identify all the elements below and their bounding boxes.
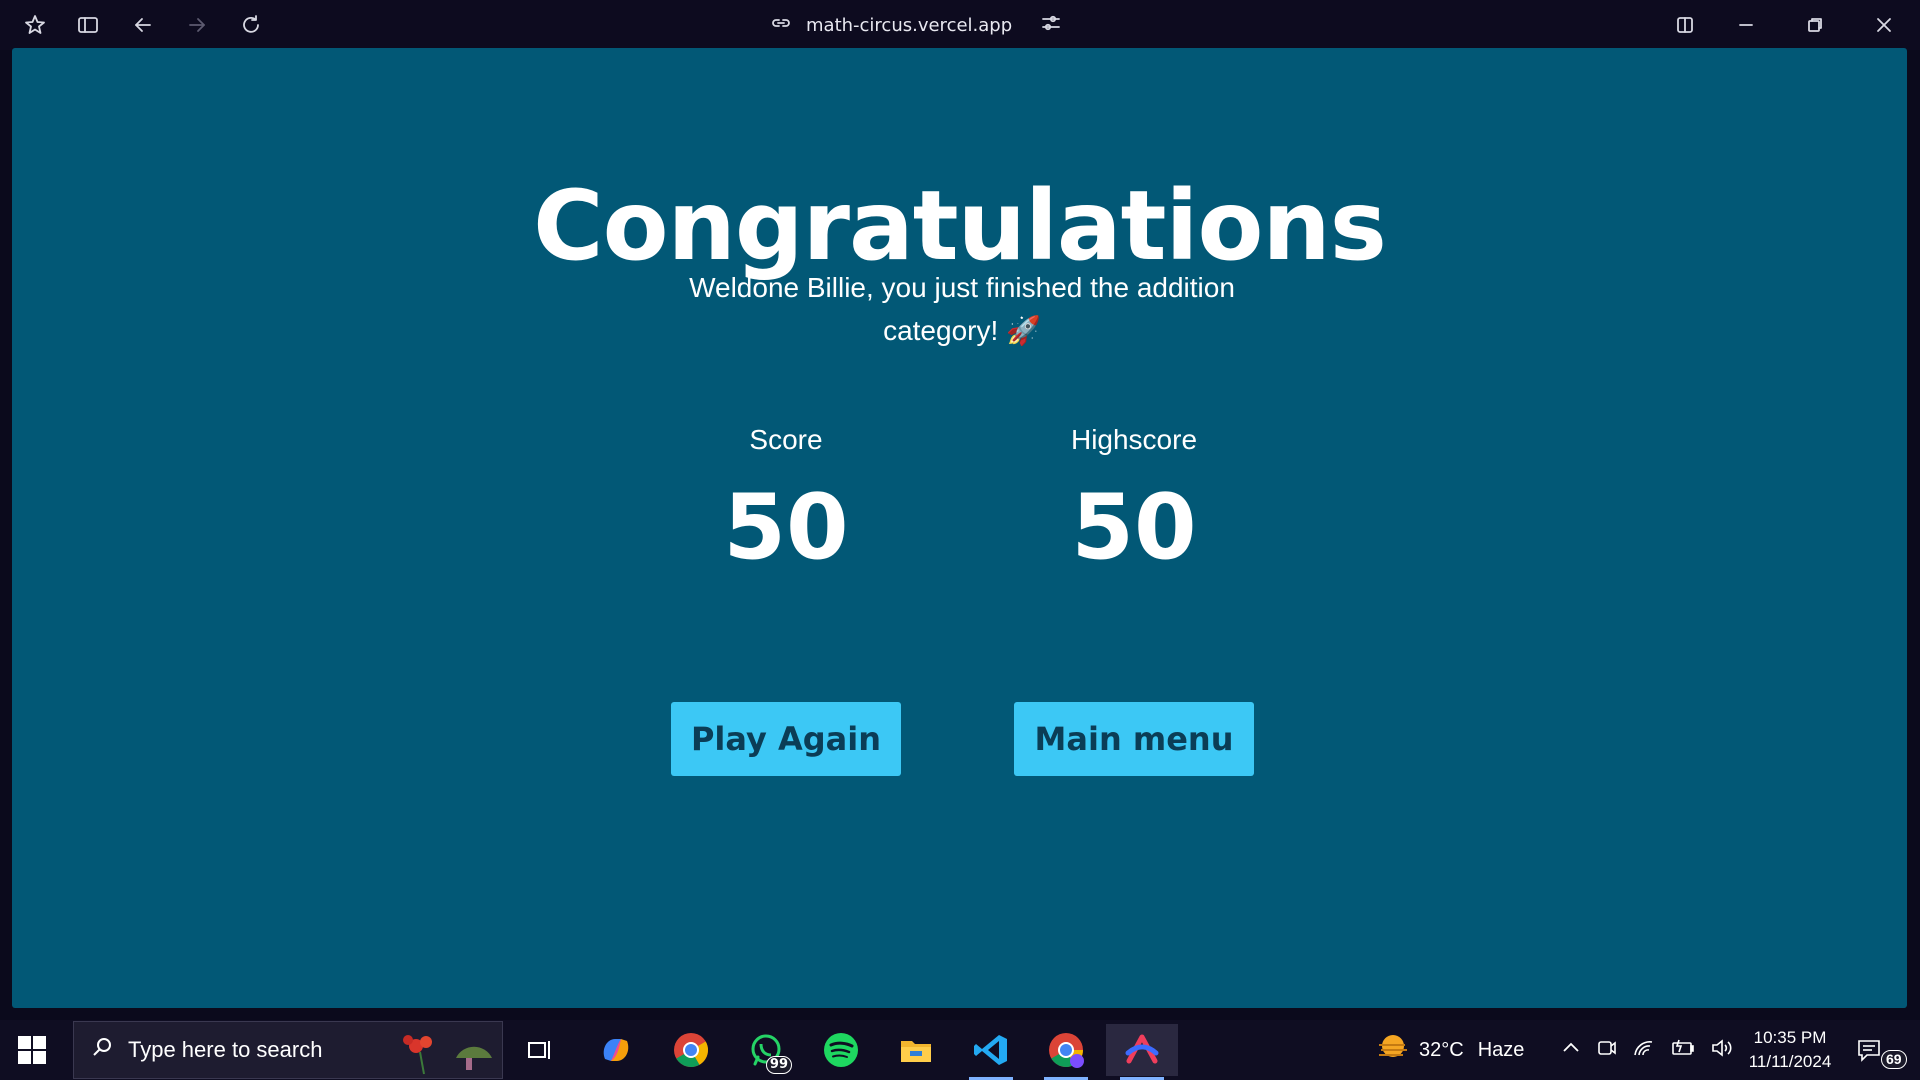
completion-message: Weldone Billie, you just finished the ad… (689, 272, 1235, 346)
score-panel: Score 50 (666, 423, 906, 583)
game-result-page: Congratulations Weldone Billie, you just… (12, 48, 1907, 1008)
split-view-icon[interactable] (1672, 12, 1698, 38)
address-bar[interactable]: math-circus.vercel.app (770, 10, 1062, 40)
search-placeholder: Type here to search (128, 1037, 323, 1062)
spotify-icon[interactable] (805, 1024, 877, 1076)
restore-icon[interactable] (1802, 12, 1828, 38)
file-explorer-icon[interactable] (880, 1024, 952, 1076)
volume-icon[interactable] (1710, 1037, 1734, 1064)
whatsapp-unread-badge: 99 (765, 1056, 792, 1074)
main-menu-button[interactable]: Main menu (1014, 702, 1254, 776)
vscode-icon[interactable] (955, 1024, 1027, 1080)
highscore-panel: Highscore 50 (1014, 423, 1254, 583)
chrome-icon[interactable] (655, 1024, 727, 1076)
forward-arrow-icon[interactable] (184, 12, 210, 38)
highscore-label: Highscore (1070, 424, 1198, 455)
link-icon (770, 12, 792, 39)
notification-count-badge: 69 (1881, 1050, 1907, 1069)
page-title: Congratulations (533, 170, 1387, 282)
system-clock[interactable]: 10:35 PM 11/11/2024 (1735, 1026, 1845, 1074)
battery-icon[interactable] (1670, 1037, 1696, 1064)
search-highlight-decoration-icon (394, 1028, 494, 1076)
url-text[interactable]: math-circus.vercel.app (806, 15, 1012, 36)
system-tray (1560, 1020, 1734, 1080)
whatsapp-icon[interactable]: 99 (730, 1024, 802, 1076)
search-icon (90, 1035, 114, 1065)
windows-taskbar: Type here to search 99 32°C Haze 10:35 P… (0, 1020, 1920, 1080)
chrome-profile-icon[interactable] (1030, 1024, 1102, 1080)
copilot-icon[interactable] (580, 1024, 652, 1076)
weather-haze-icon (1375, 1030, 1411, 1071)
close-icon[interactable] (1871, 12, 1897, 38)
site-settings-icon[interactable] (1040, 12, 1062, 39)
clock-date: 11/11/2024 (1748, 1052, 1832, 1071)
highscore-value: 50 (1071, 475, 1197, 580)
task-view-icon[interactable] (504, 1024, 576, 1076)
windows-start-icon[interactable] (18, 1036, 46, 1064)
score-label: Score (749, 424, 823, 455)
weather-description: Haze (1477, 1038, 1525, 1061)
arc-browser-icon[interactable] (1106, 1024, 1178, 1080)
wifi-icon[interactable] (1632, 1037, 1656, 1064)
reload-icon[interactable] (238, 12, 264, 38)
minimize-icon[interactable] (1733, 12, 1759, 38)
weather-temperature: 32°C (1419, 1038, 1464, 1061)
chevron-up-icon[interactable] (1560, 1037, 1582, 1064)
notification-center-icon[interactable]: 69 (1855, 1020, 1907, 1080)
browser-logo-icon[interactable] (22, 12, 48, 38)
play-again-button[interactable]: Play Again (671, 702, 901, 776)
clock-time: 10:35 PM (1753, 1028, 1827, 1047)
taskbar-search-box[interactable]: Type here to search (73, 1021, 503, 1079)
weather-widget[interactable]: 32°C Haze (1375, 1020, 1524, 1080)
score-value: 50 (723, 475, 849, 580)
back-arrow-icon[interactable] (130, 12, 156, 38)
sidebar-toggle-icon[interactable] (75, 12, 101, 38)
browser-toolbar: math-circus.vercel.app (0, 0, 1920, 50)
meet-now-icon[interactable] (1596, 1037, 1618, 1064)
